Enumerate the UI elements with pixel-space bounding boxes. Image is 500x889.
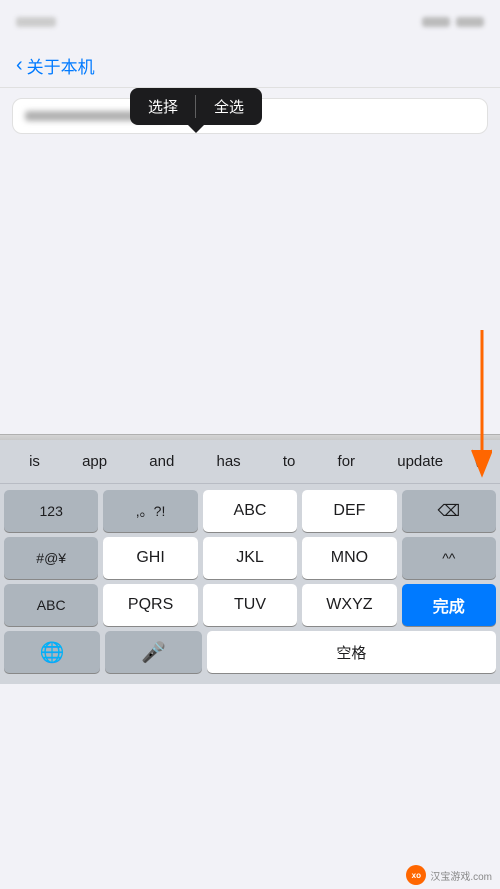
predictive-for[interactable]: for	[330, 449, 364, 474]
watermark-text: 汉宝游戏.com	[430, 868, 492, 883]
back-button[interactable]: ‹ 关于本机	[16, 53, 95, 78]
signal-blur	[422, 17, 450, 27]
back-chevron-icon: ‹	[16, 54, 23, 77]
key-mno[interactable]: MNO	[302, 537, 396, 579]
key-backspace[interactable]: ⌫	[402, 490, 496, 532]
predictive-update[interactable]: update	[389, 449, 451, 474]
predictive-app[interactable]: app	[74, 449, 115, 474]
key-space[interactable]: 空格	[207, 631, 496, 673]
keyboard-row-3: ABC PQRS TUV WXYZ 完成	[4, 584, 496, 626]
globe-icon: 🌐	[40, 640, 65, 665]
predictive-items: is app and has to for update	[8, 449, 464, 474]
key-ghi[interactable]: GHI	[103, 537, 197, 579]
watermark: xo 汉宝游戏.com	[406, 865, 492, 885]
key-tuv[interactable]: TUV	[203, 584, 297, 626]
nav-bar: ‹ 关于本机	[0, 44, 500, 88]
predictive-to[interactable]: to	[275, 449, 304, 474]
mic-icon: 🎤	[141, 640, 166, 665]
key-shift-abc[interactable]: ABC	[4, 584, 98, 626]
context-menu-select[interactable]: 选择	[130, 88, 196, 125]
status-bar-left	[16, 17, 56, 27]
key-done[interactable]: 完成	[402, 584, 496, 626]
nav-back-label: 关于本机	[27, 53, 95, 78]
predictive-is[interactable]: is	[21, 449, 48, 474]
content-area	[0, 144, 500, 434]
context-menu-arrow	[188, 125, 204, 133]
predictive-has[interactable]: has	[209, 449, 249, 474]
keyboard: 123 ,。?! ABC DEF ⌫ #@¥ GHI JKL	[0, 484, 500, 684]
key-punctuation[interactable]: ,。?!	[103, 490, 197, 532]
key-globe[interactable]: 🌐	[4, 631, 100, 673]
predictive-collapse-icon[interactable]: ∨	[464, 448, 492, 476]
context-menu-select-all[interactable]: 全选	[196, 88, 262, 125]
key-pqrs[interactable]: PQRS	[103, 584, 197, 626]
keyboard-row-2: #@¥ GHI JKL MNO ^^	[4, 537, 496, 579]
battery-blur	[456, 17, 484, 27]
keyboard-row-1: 123 ,。?! ABC DEF ⌫	[4, 490, 496, 532]
status-bar	[0, 0, 500, 44]
key-def[interactable]: DEF	[302, 490, 396, 532]
keyboard-row-4: 🌐 🎤 空格	[4, 631, 496, 673]
key-123[interactable]: 123	[4, 490, 98, 532]
context-menu-popup: 选择 全选	[130, 88, 262, 125]
key-wxyz[interactable]: WXYZ	[302, 584, 396, 626]
key-symbols[interactable]: #@¥	[4, 537, 98, 579]
watermark-logo: xo	[406, 865, 426, 885]
status-time-blur	[16, 17, 56, 27]
key-jkl[interactable]: JKL	[203, 537, 297, 579]
backspace-icon: ⌫	[438, 501, 461, 521]
predictive-bar: is app and has to for update ∨	[0, 440, 500, 484]
context-menu: 选择 全选	[130, 88, 262, 133]
status-bar-right	[422, 17, 484, 27]
key-mic[interactable]: 🎤	[105, 631, 201, 673]
keyboard-wrapper: is app and has to for update ∨ 123 ,。?! …	[0, 440, 500, 684]
predictive-and[interactable]: and	[141, 449, 182, 474]
key-caret[interactable]: ^^	[402, 537, 496, 579]
key-abc[interactable]: ABC	[203, 490, 297, 532]
